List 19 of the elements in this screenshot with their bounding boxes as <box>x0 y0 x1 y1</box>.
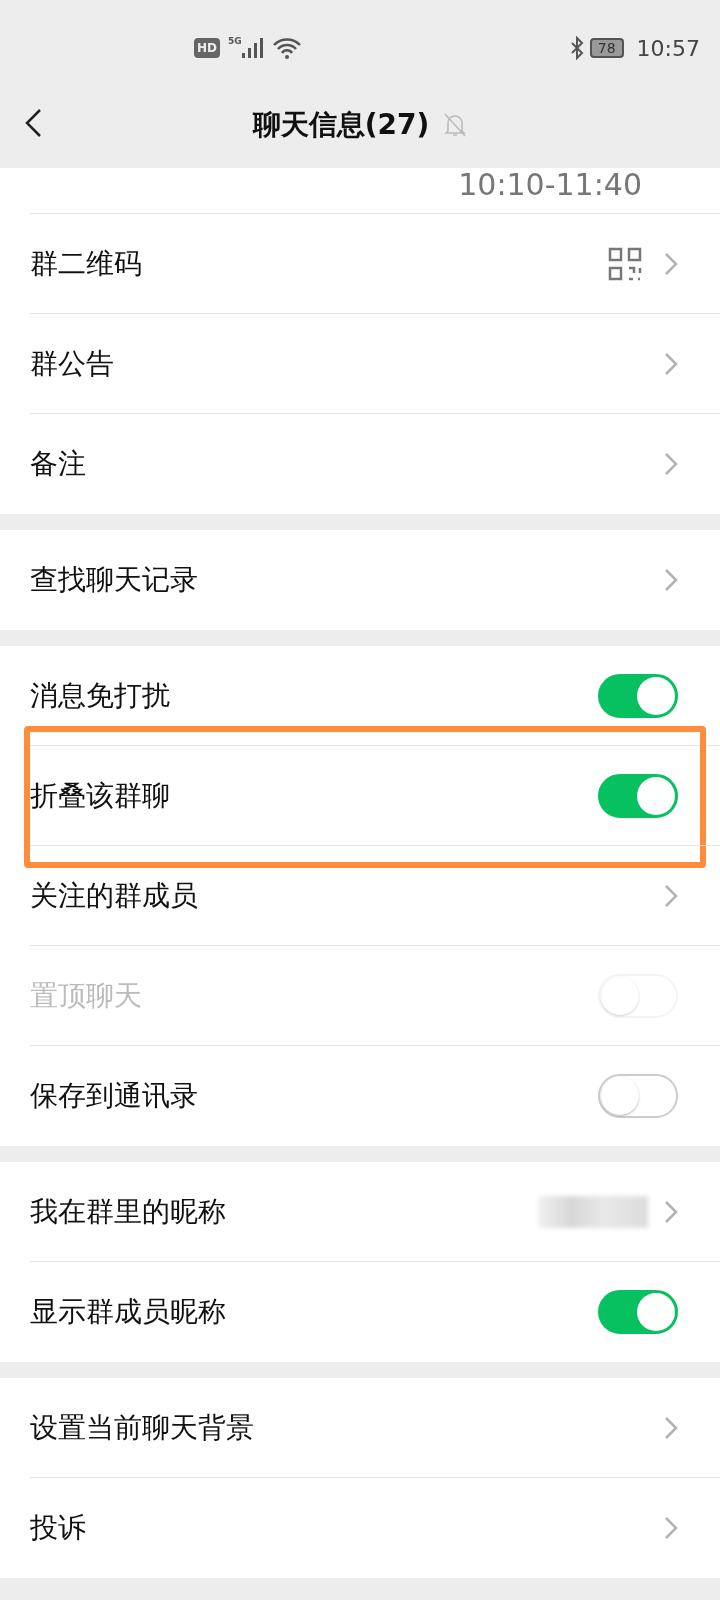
network-label: 5G <box>228 36 242 46</box>
settings-row[interactable]: 查找聊天记录 <box>0 530 720 630</box>
page-title: 聊天信息(27) <box>252 107 430 143</box>
settings-row[interactable]: 设置当前聊天背景 <box>0 1378 720 1478</box>
row-label: 置顶聊天 <box>30 978 143 1014</box>
row-value: 10:10-11:40 <box>458 166 642 202</box>
row-label: 消息免打扰 <box>30 678 171 714</box>
hd-badge: HD <box>194 38 220 58</box>
settings-row[interactable]: 关注的群成员 <box>0 846 720 946</box>
settings-row[interactable]: 群二维码 <box>0 214 720 314</box>
row-label: 折叠该群聊 <box>30 778 171 814</box>
settings-row[interactable]: 投诉 <box>0 1478 720 1578</box>
row-label: 显示群成员昵称 <box>30 1294 227 1330</box>
battery-level: 78 <box>589 38 624 58</box>
status-time: 10:57 <box>636 35 700 61</box>
row-label: 保存到通讯录 <box>30 1078 199 1114</box>
settings-row[interactable]: 我在群里的昵称 <box>0 1162 720 1262</box>
settings-row[interactable]: 群公告 <box>0 314 720 414</box>
settings-row[interactable]: 备注 <box>0 414 720 514</box>
